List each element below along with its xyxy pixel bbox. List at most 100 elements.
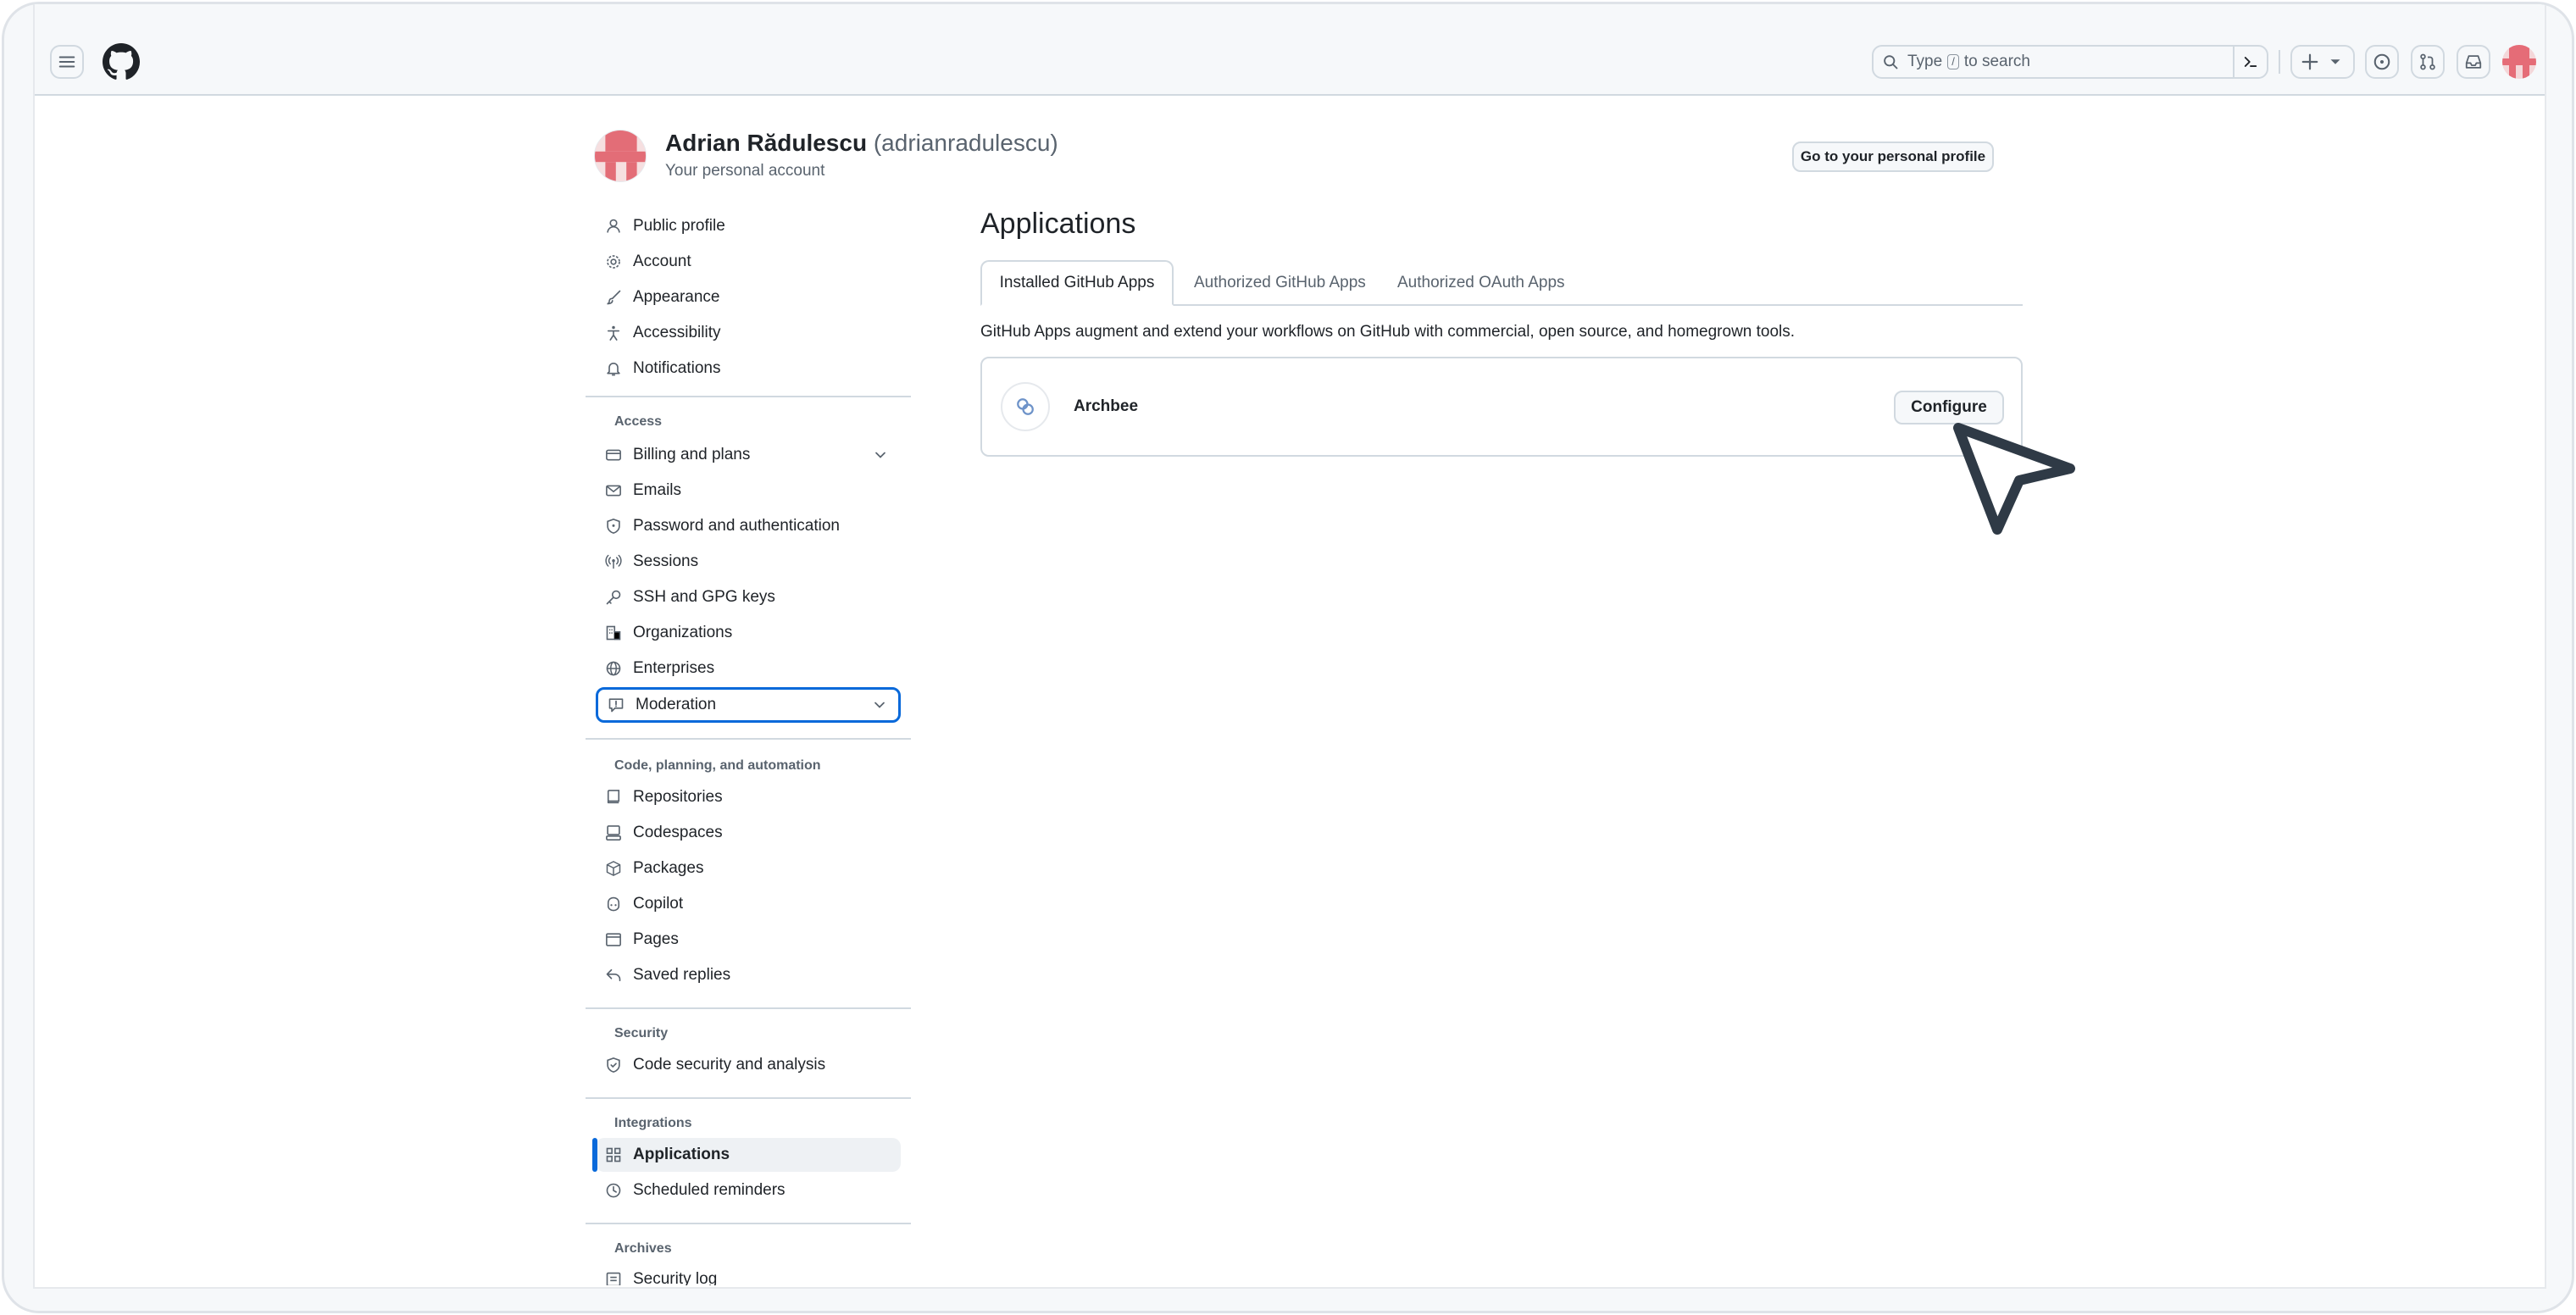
sidebar-item-label: Notifications xyxy=(633,359,721,377)
codespaces-icon xyxy=(604,824,623,842)
section-title-integrations: Integrations xyxy=(614,1116,692,1130)
reply-icon xyxy=(604,966,623,985)
hamburger-menu-button[interactable] xyxy=(50,45,84,79)
profile-subtitle: Your personal account xyxy=(665,162,825,180)
issues-button[interactable] xyxy=(2365,45,2399,79)
section-title-code: Code, planning, and automation xyxy=(614,758,821,773)
sidebar-divider xyxy=(586,1223,911,1224)
sidebar-item-label: Sessions xyxy=(633,552,699,570)
sidebar-item-appearance[interactable]: Appearance xyxy=(596,280,901,314)
sidebar-item-codespaces[interactable]: Codespaces xyxy=(596,816,901,850)
chevron-down-icon xyxy=(874,702,885,708)
browser-window: Type / to search Adrian Rădulescu (adria… xyxy=(0,0,2576,1315)
sidebar-divider xyxy=(586,1007,911,1009)
caret-down-icon xyxy=(2330,59,2340,64)
sidebar-item-emails[interactable]: Emails xyxy=(596,474,901,508)
sidebar-item-billing[interactable]: Billing and plans xyxy=(596,438,901,472)
tab-authorized-oauth-apps[interactable]: Authorized OAuth Apps xyxy=(1380,260,1582,306)
sidebar-item-security-log[interactable]: Security log xyxy=(596,1263,901,1285)
applications-description: GitHub Apps augment and extend your work… xyxy=(980,323,1796,341)
sidebar-item-label: Moderation xyxy=(636,696,717,713)
sidebar-item-notifications[interactable]: Notifications xyxy=(596,352,901,386)
sidebar-item-accessibility[interactable]: Accessibility xyxy=(596,316,901,350)
sidebar-item-label: Enterprises xyxy=(633,659,715,677)
shield-lock-icon xyxy=(604,517,623,535)
sidebar-item-label: Applications xyxy=(633,1146,730,1163)
sidebar-item-code-security[interactable]: Code security and analysis xyxy=(596,1048,901,1082)
sidebar-item-label: Organizations xyxy=(633,624,733,641)
sidebar-item-label: Pages xyxy=(633,930,679,948)
sidebar-item-packages[interactable]: Packages xyxy=(596,852,901,885)
section-title-security: Security xyxy=(614,1026,669,1040)
apps-icon xyxy=(604,1146,623,1164)
header-divider xyxy=(2279,50,2280,74)
tab-authorized-github-apps[interactable]: Authorized GitHub Apps xyxy=(1177,260,1383,306)
copilot-icon xyxy=(604,895,623,913)
archbee-app-icon xyxy=(1001,382,1050,431)
sidebar-item-moderation[interactable]: Moderation xyxy=(596,687,901,723)
mail-icon xyxy=(604,481,623,500)
organization-icon xyxy=(604,624,623,642)
configure-button[interactable]: Configure xyxy=(1894,391,2004,424)
repo-icon xyxy=(604,788,623,807)
app-name: Archbee xyxy=(1074,397,1139,415)
sidebar-item-label: Scheduled reminders xyxy=(633,1181,786,1199)
hamburger-icon xyxy=(58,56,75,68)
pull-requests-button[interactable] xyxy=(2411,45,2445,79)
tab-installed-github-apps[interactable]: Installed GitHub Apps xyxy=(980,260,1174,306)
globe-icon xyxy=(604,659,623,678)
mouse-pointer-icon xyxy=(1953,423,2075,535)
plus-icon xyxy=(2301,53,2318,70)
log-icon xyxy=(604,1270,623,1285)
sidebar-item-label: Saved replies xyxy=(633,966,731,984)
sidebar-item-account[interactable]: Account xyxy=(596,245,901,279)
sidebar-item-label: Accessibility xyxy=(633,324,721,341)
pull-request-icon xyxy=(2420,53,2435,70)
identicon-icon xyxy=(595,130,646,181)
gear-icon xyxy=(604,252,623,271)
window-frame: Type / to search Adrian Rădulescu (adria… xyxy=(2,2,2574,1313)
page-title: Applications xyxy=(980,208,1136,240)
sidebar-item-saved-replies[interactable]: Saved replies xyxy=(596,958,901,992)
issue-icon xyxy=(2373,53,2390,70)
sidebar-item-public-profile[interactable]: Public profile xyxy=(596,209,901,243)
sidebar-item-organizations[interactable]: Organizations xyxy=(596,616,901,650)
sidebar-item-label: Codespaces xyxy=(633,824,723,841)
bell-icon xyxy=(604,359,623,378)
sidebar-item-label: Account xyxy=(633,252,691,270)
sidebar-divider xyxy=(586,1097,911,1099)
sidebar-item-applications[interactable]: Applications xyxy=(592,1138,901,1172)
sidebar-item-enterprises[interactable]: Enterprises xyxy=(596,652,901,685)
applications-tabs: Installed GitHub Apps Authorized GitHub … xyxy=(980,260,2023,306)
sidebar-item-label: Packages xyxy=(633,859,704,877)
sidebar-item-copilot[interactable]: Copilot xyxy=(596,887,901,921)
command-palette-button[interactable] xyxy=(2233,45,2267,79)
go-to-profile-button[interactable]: Go to your personal profile xyxy=(1792,141,1994,172)
search-shortcut-key: / xyxy=(1947,54,1959,69)
inbox-button[interactable] xyxy=(2457,45,2490,79)
sidebar-item-pages[interactable]: Pages xyxy=(596,923,901,957)
section-title-archives: Archives xyxy=(614,1241,672,1256)
sidebar-item-label: Appearance xyxy=(633,288,720,306)
sidebar-item-repositories[interactable]: Repositories xyxy=(596,780,901,814)
user-avatar[interactable] xyxy=(2502,45,2536,79)
github-logo-icon[interactable] xyxy=(103,43,140,80)
search-input[interactable]: Type / to search xyxy=(1872,45,2268,79)
sidebar-item-label: Copilot xyxy=(633,895,684,913)
chevron-down-icon xyxy=(875,452,886,458)
profile-name: Adrian Rădulescu (adrianradulescu) xyxy=(665,130,1058,157)
sidebar-divider xyxy=(586,738,911,740)
sidebar-item-sessions[interactable]: Sessions xyxy=(596,545,901,579)
credit-card-icon xyxy=(604,446,623,464)
report-icon xyxy=(607,696,625,714)
sidebar-item-label: SSH and GPG keys xyxy=(633,588,775,606)
profile-avatar[interactable] xyxy=(594,130,647,182)
create-new-button[interactable] xyxy=(2290,45,2355,79)
sidebar-item-scheduled-reminders[interactable]: Scheduled reminders xyxy=(596,1174,901,1207)
sidebar-item-ssh-keys[interactable]: SSH and GPG keys xyxy=(596,580,901,614)
sidebar-item-password[interactable]: Password and authentication xyxy=(596,509,901,543)
accessibility-icon xyxy=(604,324,623,342)
search-suffix: to search xyxy=(1963,53,2030,70)
shield-check-icon xyxy=(604,1056,623,1074)
terminal-icon xyxy=(2244,57,2257,67)
